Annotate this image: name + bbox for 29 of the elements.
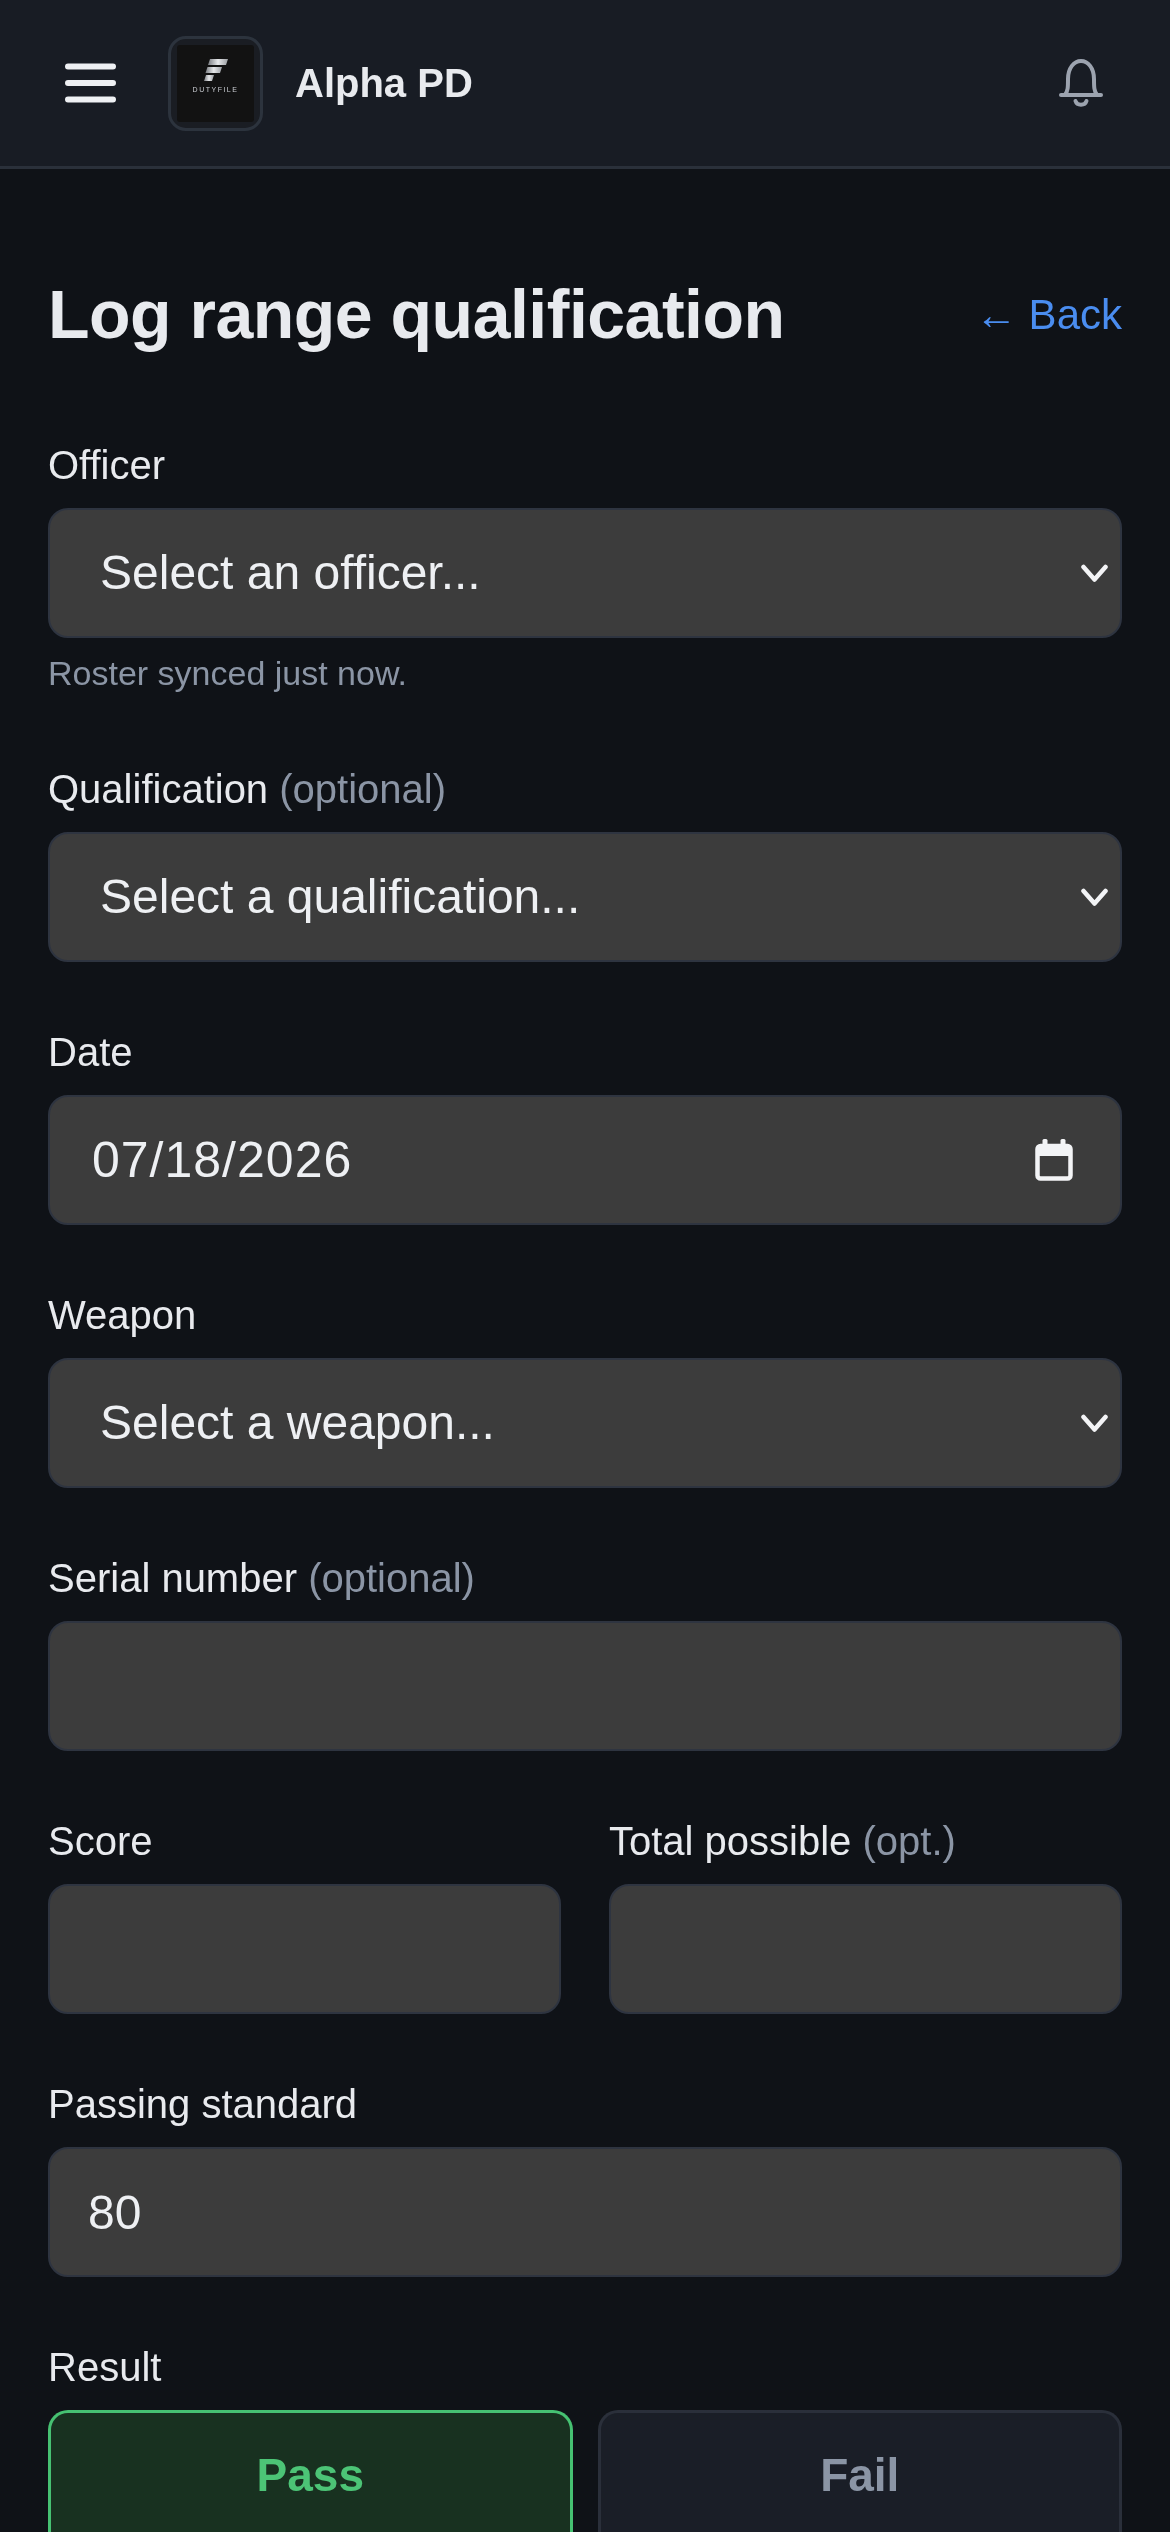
field-label: Score	[48, 1818, 154, 1865]
field-label: Qualification (optional)	[48, 766, 447, 813]
field-label: Date	[48, 1029, 134, 1076]
result-toggle-button[interactable]: Fail	[597, 2410, 1122, 2532]
help-text: Roster synced just now.	[48, 653, 409, 694]
input-field[interactable]	[48, 1884, 561, 2014]
result-toggle-button[interactable]: Pass	[48, 2410, 573, 2532]
field-label: Result	[48, 2344, 163, 2391]
dropdown-field[interactable]: Select a qualification...	[48, 832, 1122, 962]
page-title: Log range qualification	[48, 275, 785, 354]
dropdown-field[interactable]: Select a weapon...	[48, 1358, 1122, 1488]
input-field[interactable]: 80	[48, 2147, 1122, 2277]
input-field[interactable]	[48, 1621, 1122, 1751]
logo-mark-icon	[203, 58, 228, 81]
field-label: Total possible (opt.)	[609, 1818, 957, 1865]
field-label: Weapon	[48, 1292, 198, 1339]
chevron-down-icon	[1081, 1413, 1108, 1433]
organization-name: Alpha PD	[295, 60, 473, 107]
menu-icon[interactable]	[65, 63, 116, 103]
date-field[interactable]: 07/18/2026	[48, 1095, 1122, 1225]
input-field[interactable]	[609, 1884, 1122, 2014]
field-label: Passing standard	[48, 2081, 359, 2128]
chevron-down-icon	[1081, 887, 1108, 907]
field-label: Officer	[48, 442, 167, 489]
dropdown-field[interactable]: Select an officer...	[48, 508, 1122, 638]
chevron-down-icon	[1081, 563, 1108, 583]
field-label: Serial number (optional)	[48, 1555, 476, 1602]
calendar-icon	[1035, 1139, 1073, 1181]
back-link[interactable]: ← Back	[974, 282, 1122, 346]
